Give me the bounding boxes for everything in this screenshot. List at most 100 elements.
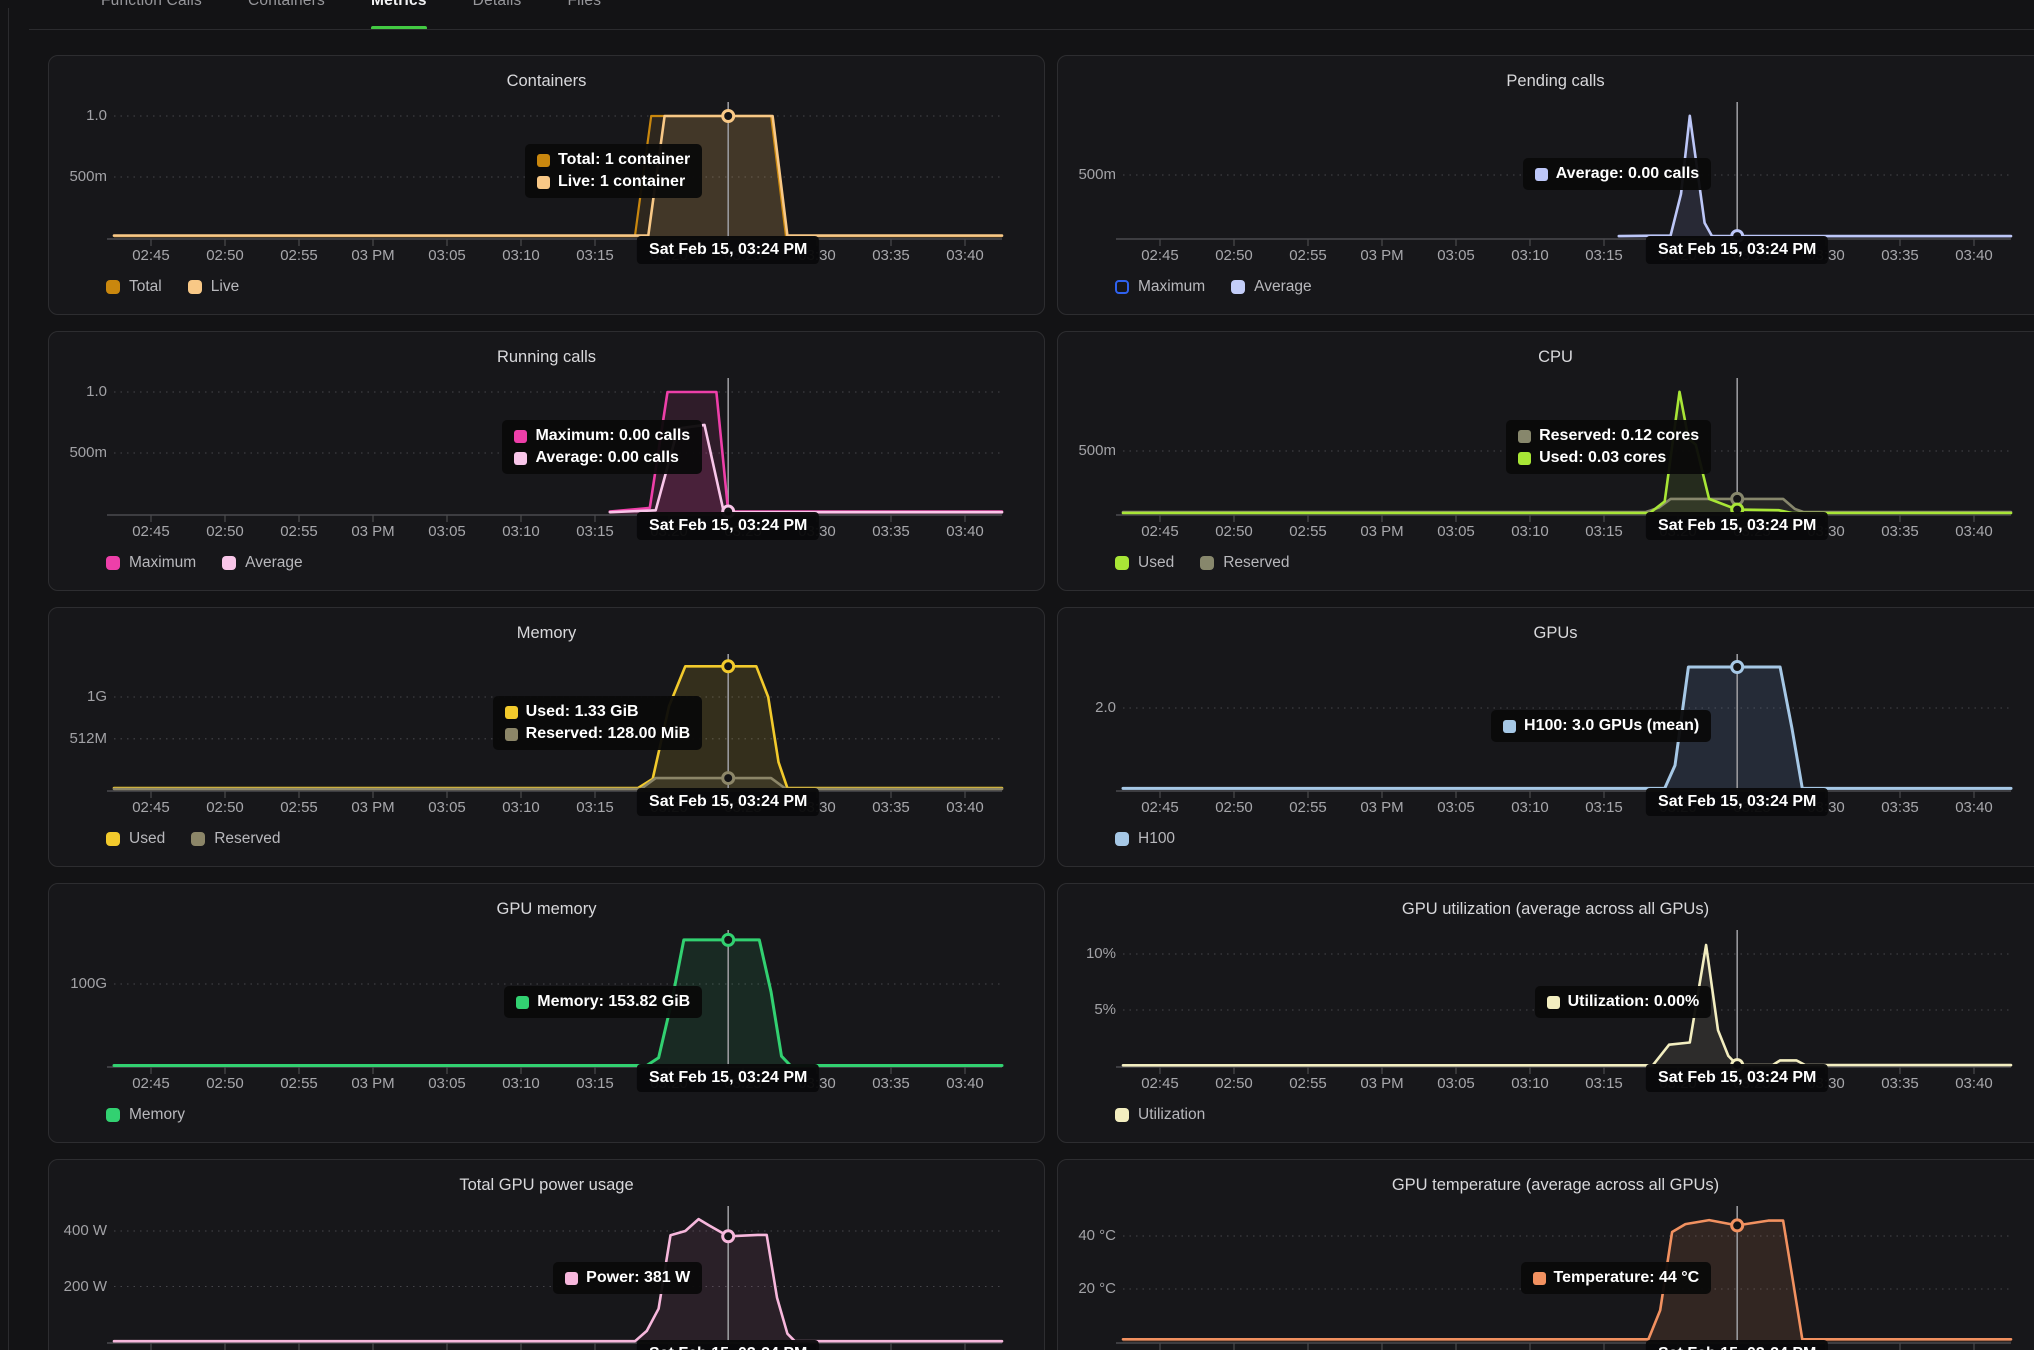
- x-axis-label: 02:55: [1276, 247, 1340, 264]
- x-axis-label: 03:40: [933, 523, 997, 540]
- x-axis-label: 02:55: [267, 799, 331, 816]
- panel-left-border: [8, 8, 9, 1350]
- tab-containers[interactable]: Containers: [248, 0, 325, 29]
- chart-legend: Utilization: [1115, 1106, 1205, 1124]
- legend-item-used[interactable]: Used: [1115, 554, 1174, 572]
- tooltip-row: Power: 381 W: [565, 1269, 690, 1287]
- x-axis-label: 02:50: [1202, 247, 1266, 264]
- legend-item-memory[interactable]: Memory: [106, 1106, 185, 1124]
- y-axis-label: 2.0: [1058, 699, 1116, 716]
- chart-title: GPU temperature (average across all GPUs…: [1058, 1176, 2034, 1195]
- crosshair-date-tooltip: Sat Feb 15, 03:24 PM: [1646, 512, 1828, 540]
- x-axis-label: 03:35: [1868, 247, 1932, 264]
- chart-card-gpus: GPUs H100: 3.0 GPUs (mean) Sat Feb 15, 0…: [1057, 607, 2034, 867]
- x-axis-label: 03:40: [933, 1075, 997, 1092]
- chart-tooltip: Reserved: 0.12 cores Used: 0.03 cores: [1506, 420, 1711, 474]
- legend-swatch: [1115, 1108, 1129, 1122]
- legend-item-average[interactable]: Average: [222, 554, 302, 572]
- legend-item-used[interactable]: Used: [106, 830, 165, 848]
- x-axis-label: 02:55: [1276, 799, 1340, 816]
- tooltip-series-swatch: [537, 154, 550, 167]
- chart-card-gpu-power: Total GPU power usage Power: 381 W Sat F…: [48, 1159, 1045, 1350]
- legend-item-reserved[interactable]: Reserved: [191, 830, 280, 848]
- tooltip-value: Reserved: 0.12 cores: [1539, 427, 1699, 445]
- tooltip-row: Reserved: 128.00 MiB: [505, 725, 691, 743]
- tab-files[interactable]: Files: [567, 0, 601, 29]
- y-axis-label: 1G: [49, 688, 107, 705]
- x-axis-label: 02:50: [193, 799, 257, 816]
- chart-tooltip: Total: 1 containerLive: 1 container: [525, 144, 702, 198]
- x-axis-label: 03:15: [1572, 523, 1636, 540]
- tab-label: Details: [473, 0, 522, 10]
- x-axis-label: 03:40: [1942, 1075, 2006, 1092]
- tab-details[interactable]: Details: [473, 0, 522, 29]
- tooltip-row: Temperature: 44 °C: [1533, 1269, 1700, 1287]
- tab-metrics[interactable]: Metrics: [371, 0, 427, 29]
- x-axis-label: 03:35: [859, 523, 923, 540]
- crosshair-date-tooltip: Sat Feb 15, 03:24 PM: [1646, 236, 1828, 264]
- legend-item-maximum[interactable]: Maximum: [106, 554, 196, 572]
- legend-item-total[interactable]: Total: [106, 278, 162, 296]
- tooltip-series-swatch: [514, 452, 527, 465]
- tooltip-series-swatch: [1518, 430, 1531, 443]
- x-axis-label: 03:40: [933, 799, 997, 816]
- tooltip-value: H100: 3.0 GPUs (mean): [1524, 717, 1699, 735]
- x-axis-label: 03 PM: [1350, 799, 1414, 816]
- chart-legend: Used Reserved: [106, 830, 281, 848]
- x-axis-label: 03:40: [1942, 523, 2006, 540]
- y-axis-label: 500m: [49, 168, 107, 185]
- chart-tooltip: Used: 1.33 GiB Reserved: 128.00 MiB: [493, 696, 703, 750]
- y-axis-label: 200 W: [49, 1278, 107, 1295]
- x-axis-label: 02:55: [1276, 1075, 1340, 1092]
- tooltip-row: Used: 0.03 cores: [1518, 449, 1699, 467]
- x-axis-label: 03:15: [1572, 1075, 1636, 1092]
- x-axis-label: 03:15: [563, 799, 627, 816]
- legend-item-h100[interactable]: H100: [1115, 830, 1175, 848]
- chart-title: CPU: [1058, 348, 2034, 367]
- x-axis-label: 03 PM: [341, 523, 405, 540]
- chart-card-memory: Memory Used: 1.33 GiBReserved: 128.00 Mi…: [48, 607, 1045, 867]
- tooltip-row: H100: 3.0 GPUs (mean): [1503, 717, 1699, 735]
- x-axis-label: 03:35: [859, 247, 923, 264]
- legend-swatch: [1231, 280, 1245, 294]
- chart-card-gpu-memory: GPU memory Memory: 153.82 GiB Sat Feb 15…: [48, 883, 1045, 1143]
- x-axis-label: 03 PM: [1350, 247, 1414, 264]
- y-axis-label: 1.0: [49, 383, 107, 400]
- legend-item-maximum[interactable]: Maximum: [1115, 278, 1205, 296]
- legend-item-live[interactable]: Live: [188, 278, 239, 296]
- tooltip-row: Used: 1.33 GiB: [505, 703, 691, 721]
- tooltip-row: Live: 1 container: [537, 173, 690, 191]
- legend-item-utilization[interactable]: Utilization: [1115, 1106, 1205, 1124]
- x-axis-label: 03:10: [489, 247, 553, 264]
- legend-label: Average: [245, 554, 302, 572]
- tooltip-value: Utilization: 0.00%: [1568, 993, 1700, 1011]
- tooltip-series-swatch: [1503, 720, 1516, 733]
- x-axis-label: 03:10: [1498, 799, 1562, 816]
- chart-card-cpu: CPU Reserved: 0.12 cores Used: 0.03 cores…: [1057, 331, 2034, 591]
- x-axis-label: 03:10: [489, 799, 553, 816]
- legend-item-average[interactable]: Average: [1231, 278, 1311, 296]
- x-axis-label: 02:50: [1202, 523, 1266, 540]
- chart-legend: Memory: [106, 1106, 185, 1124]
- y-axis-label: 1.0: [49, 107, 107, 124]
- tab-function-calls[interactable]: Function Calls: [101, 0, 202, 29]
- metrics-page: Function Calls Containers Metrics Detail…: [0, 0, 2034, 1350]
- tooltip-value: Reserved: 128.00 MiB: [526, 725, 691, 743]
- legend-item-reserved[interactable]: Reserved: [1200, 554, 1289, 572]
- tooltip-series-swatch: [514, 430, 527, 443]
- chart-tooltip: Memory: 153.82 GiB: [504, 986, 702, 1018]
- chart-title: GPU utilization (average across all GPUs…: [1058, 900, 2034, 919]
- tooltip-row: Reserved: 0.12 cores: [1518, 427, 1699, 445]
- x-axis-label: 03:10: [1498, 247, 1562, 264]
- x-axis-label: 03:10: [489, 523, 553, 540]
- x-axis-label: 02:55: [1276, 523, 1340, 540]
- legend-label: Memory: [129, 1106, 185, 1124]
- tab-label: Function Calls: [101, 0, 202, 10]
- chart-tooltip: Power: 381 W: [553, 1262, 702, 1294]
- chart-title: Running calls: [49, 348, 1044, 367]
- x-axis-label: 02:45: [1128, 523, 1192, 540]
- legend-label: Used: [129, 830, 165, 848]
- tooltip-series-swatch: [1547, 996, 1560, 1009]
- chart-legend: Total Live: [106, 278, 239, 296]
- legend-label: Live: [211, 278, 239, 296]
